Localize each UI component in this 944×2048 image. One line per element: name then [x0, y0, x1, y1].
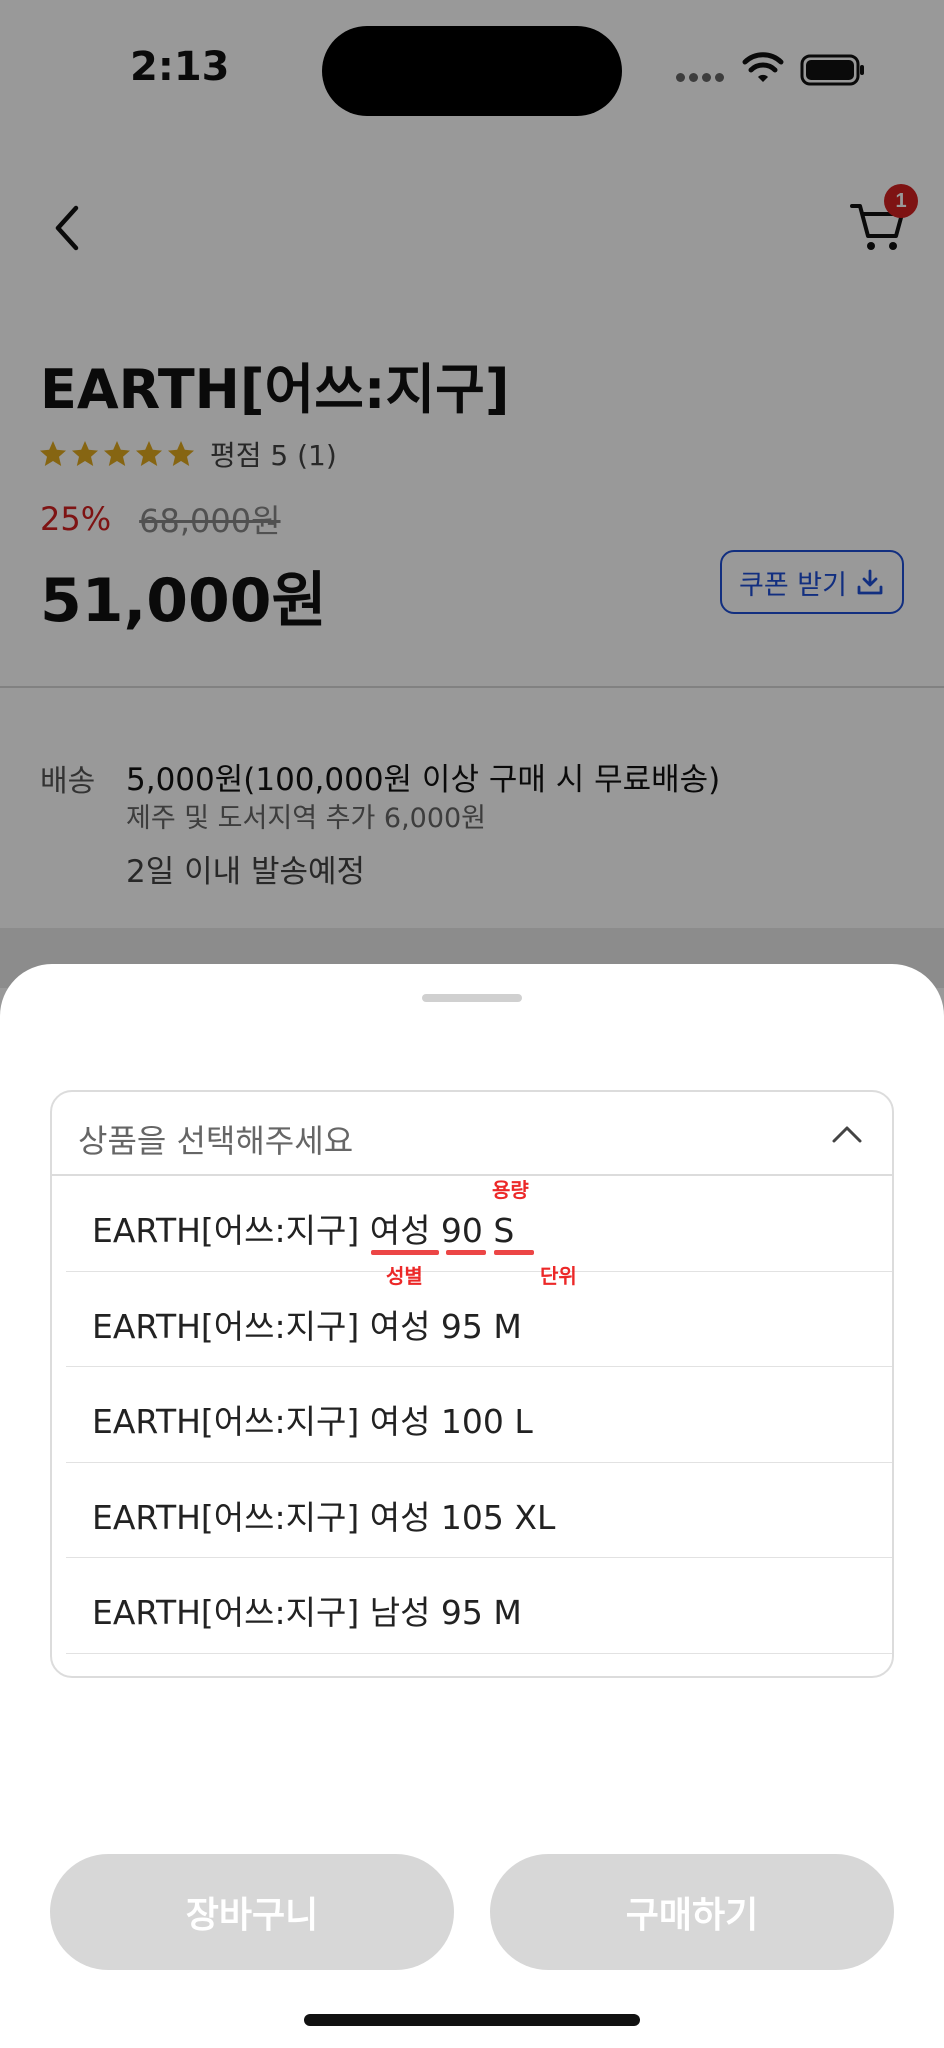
option-bottom-sheet: 상품을 선택해주세요 EARTH[어쓰:지구] 여성 90 S 용량 성별 단위… [0, 964, 944, 2048]
annotation-underline-capacity [446, 1250, 486, 1255]
annotation-capacity: 용량 [492, 1178, 529, 1202]
option-label: EARTH[어쓰:지구] 여성 100 L [92, 1402, 533, 1441]
buy-now-button[interactable]: 구매하기 [490, 1854, 894, 1970]
option-item[interactable]: EARTH[어쓰:지구] 여성 95 M [66, 1272, 892, 1367]
option-dropdown-header[interactable]: 상품을 선택해주세요 [52, 1092, 892, 1176]
option-dropdown: 상품을 선택해주세요 EARTH[어쓰:지구] 여성 90 S 용량 성별 단위… [50, 1090, 894, 1678]
action-buttons: 장바구니 구매하기 [50, 1854, 894, 1970]
add-to-cart-button[interactable]: 장바구니 [50, 1854, 454, 1970]
sheet-drag-handle[interactable] [422, 994, 522, 1002]
option-item[interactable]: EARTH[어쓰:지구] 여성 100 L [66, 1367, 892, 1463]
option-item[interactable]: EARTH[어쓰:지구] 여성 90 S 용량 성별 단위 [66, 1176, 892, 1288]
option-placeholder: 상품을 선택해주세요 [78, 1122, 354, 1160]
option-label: EARTH[어쓰:지구] 여성 90 S [92, 1211, 515, 1250]
option-list: EARTH[어쓰:지구] 여성 90 S 용량 성별 단위 EARTH[어쓰:지… [52, 1176, 892, 1654]
option-item[interactable]: EARTH[어쓰:지구] 여성 105 XL [66, 1463, 892, 1558]
option-label: EARTH[어쓰:지구] 남성 95 M [92, 1593, 522, 1632]
option-label: EARTH[어쓰:지구] 여성 95 M [92, 1306, 522, 1346]
chevron-up-icon [832, 1126, 862, 1143]
annotation-underline-unit [494, 1250, 534, 1255]
option-label: EARTH[어쓰:지구] 여성 105 XL [92, 1497, 556, 1537]
option-item[interactable]: EARTH[어쓰:지구] 남성 95 M [66, 1558, 892, 1654]
annotation-underline-gender [371, 1250, 439, 1255]
home-indicator[interactable] [304, 2014, 640, 2026]
